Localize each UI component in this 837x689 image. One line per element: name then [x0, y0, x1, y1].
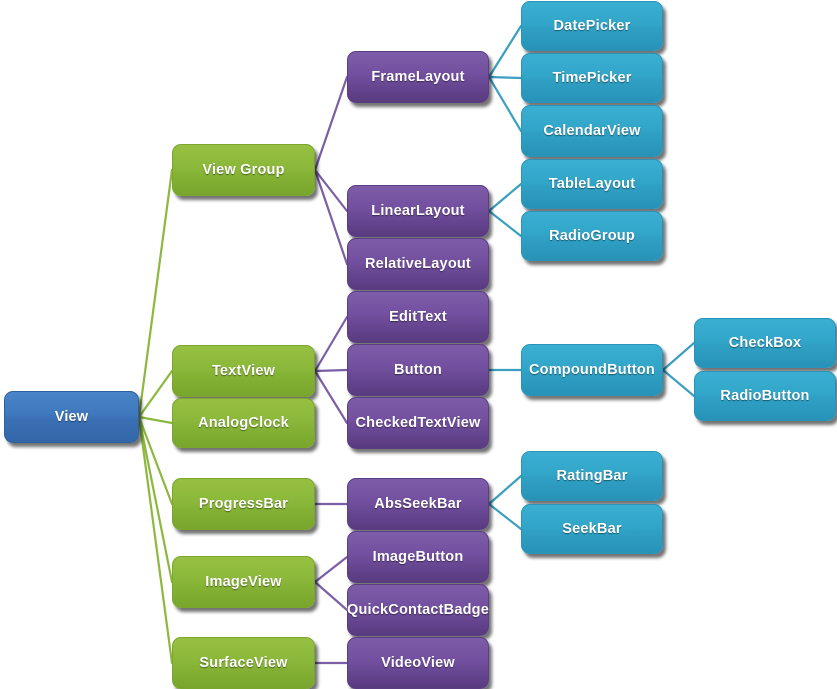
edge-viewgroup-to-linearlayout	[313, 168, 349, 213]
node-label: ProgressBar	[198, 496, 289, 512]
node-view[interactable]: View	[4, 391, 139, 443]
node-label: CheckedTextView	[355, 415, 481, 431]
diagram-canvas: View View Group TextView AnalogClock Progres…	[0, 0, 837, 689]
edge-viewgroup-to-framelayout	[313, 75, 349, 172]
node-seekbar[interactable]: SeekBar	[521, 504, 663, 554]
node-label: CalendarView	[543, 123, 641, 139]
node-label: QuickContactBadge	[347, 602, 489, 618]
edge-textview-to-button	[313, 368, 349, 373]
node-label: TimePicker	[552, 70, 632, 86]
node-analogclock[interactable]: AnalogClock	[172, 398, 315, 448]
node-label: SeekBar	[562, 521, 622, 537]
edge-framelayout-to-timepicker	[487, 75, 523, 80]
edge-imageview-to-quickcontactbadge	[313, 580, 349, 612]
node-timepicker[interactable]: TimePicker	[521, 53, 663, 103]
edge-viewgroup-to-relativelayout	[313, 168, 349, 266]
node-label: CompoundButton	[528, 362, 655, 378]
node-datepicker[interactable]: DatePicker	[521, 1, 663, 51]
edge-view-to-textview	[137, 369, 174, 419]
node-checkedtextview[interactable]: CheckedTextView	[347, 397, 489, 449]
edge-linearlayout-to-tablelayout	[487, 182, 523, 213]
node-radiogroup[interactable]: RadioGroup	[521, 211, 663, 261]
edge-compoundbutton-to-checkbox	[661, 341, 696, 372]
node-label: AnalogClock	[198, 415, 289, 431]
node-label: ImageView	[205, 574, 282, 590]
edge-framelayout-to-calendarview	[487, 75, 523, 133]
node-quickcontactbadge[interactable]: QuickContactBadge	[347, 584, 489, 636]
edge-view-to-imageview	[137, 415, 174, 584]
node-edittext[interactable]: EditText	[347, 291, 489, 343]
node-label: SurfaceView	[199, 655, 288, 671]
edge-view-to-viewgroup	[137, 168, 174, 419]
node-label: LinearLayout	[371, 203, 465, 219]
node-surfaceview[interactable]: SurfaceView	[172, 637, 315, 689]
node-framelayout[interactable]: FrameLayout	[347, 51, 489, 103]
node-label: EditText	[389, 309, 447, 325]
node-label: DatePicker	[553, 18, 631, 34]
node-ratingbar[interactable]: RatingBar	[521, 451, 663, 501]
edge-textview-to-checkedtextview	[313, 369, 349, 425]
node-label: TableLayout	[548, 176, 636, 192]
node-label: CheckBox	[728, 335, 802, 351]
node-button[interactable]: Button	[347, 344, 489, 396]
node-relativelayout[interactable]: RelativeLayout	[347, 238, 489, 290]
edge-view-to-progressbar	[137, 415, 174, 506]
node-label: RatingBar	[556, 468, 628, 484]
node-label: FrameLayout	[371, 69, 465, 85]
node-label: ImageButton	[372, 549, 464, 565]
node-imageview[interactable]: ImageView	[172, 556, 315, 608]
node-imagebutton[interactable]: ImageButton	[347, 531, 489, 583]
edge-absseekbar-to-ratingbar	[487, 474, 523, 506]
node-label: Button	[394, 362, 442, 378]
node-radiobutton[interactable]: RadioButton	[694, 371, 836, 421]
node-progressbar[interactable]: ProgressBar	[172, 478, 315, 530]
node-linearlayout[interactable]: LinearLayout	[347, 185, 489, 237]
node-label: View Group	[202, 162, 285, 178]
node-label: RadioButton	[720, 388, 810, 404]
node-compoundbutton[interactable]: CompoundButton	[521, 344, 663, 396]
node-tablelayout[interactable]: TableLayout	[521, 159, 663, 209]
edge-textview-to-edittext	[313, 315, 349, 373]
node-label: VideoView	[381, 655, 455, 671]
edge-framelayout-to-datepicker	[487, 24, 523, 79]
node-calendarview[interactable]: CalendarView	[521, 105, 663, 157]
edge-view-to-analogclock	[137, 415, 174, 425]
node-absseekbar[interactable]: AbsSeekBar	[347, 478, 489, 530]
node-videoview[interactable]: VideoView	[347, 637, 489, 689]
edge-linearlayout-to-radiogroup	[487, 209, 523, 238]
edge-imageview-to-imagebutton	[313, 555, 349, 584]
node-checkbox[interactable]: CheckBox	[694, 318, 836, 368]
node-label: RelativeLayout	[365, 256, 471, 272]
edge-view-to-surfaceview	[137, 415, 174, 665]
edge-compoundbutton-to-radiobutton	[661, 368, 696, 398]
node-textview[interactable]: TextView	[172, 345, 315, 397]
node-viewgroup[interactable]: View Group	[172, 144, 315, 196]
edge-absseekbar-to-seekbar	[487, 502, 523, 531]
node-label: AbsSeekBar	[374, 496, 462, 512]
node-label: View	[54, 409, 89, 425]
node-label: RadioGroup	[549, 228, 635, 244]
node-label: TextView	[211, 363, 276, 379]
